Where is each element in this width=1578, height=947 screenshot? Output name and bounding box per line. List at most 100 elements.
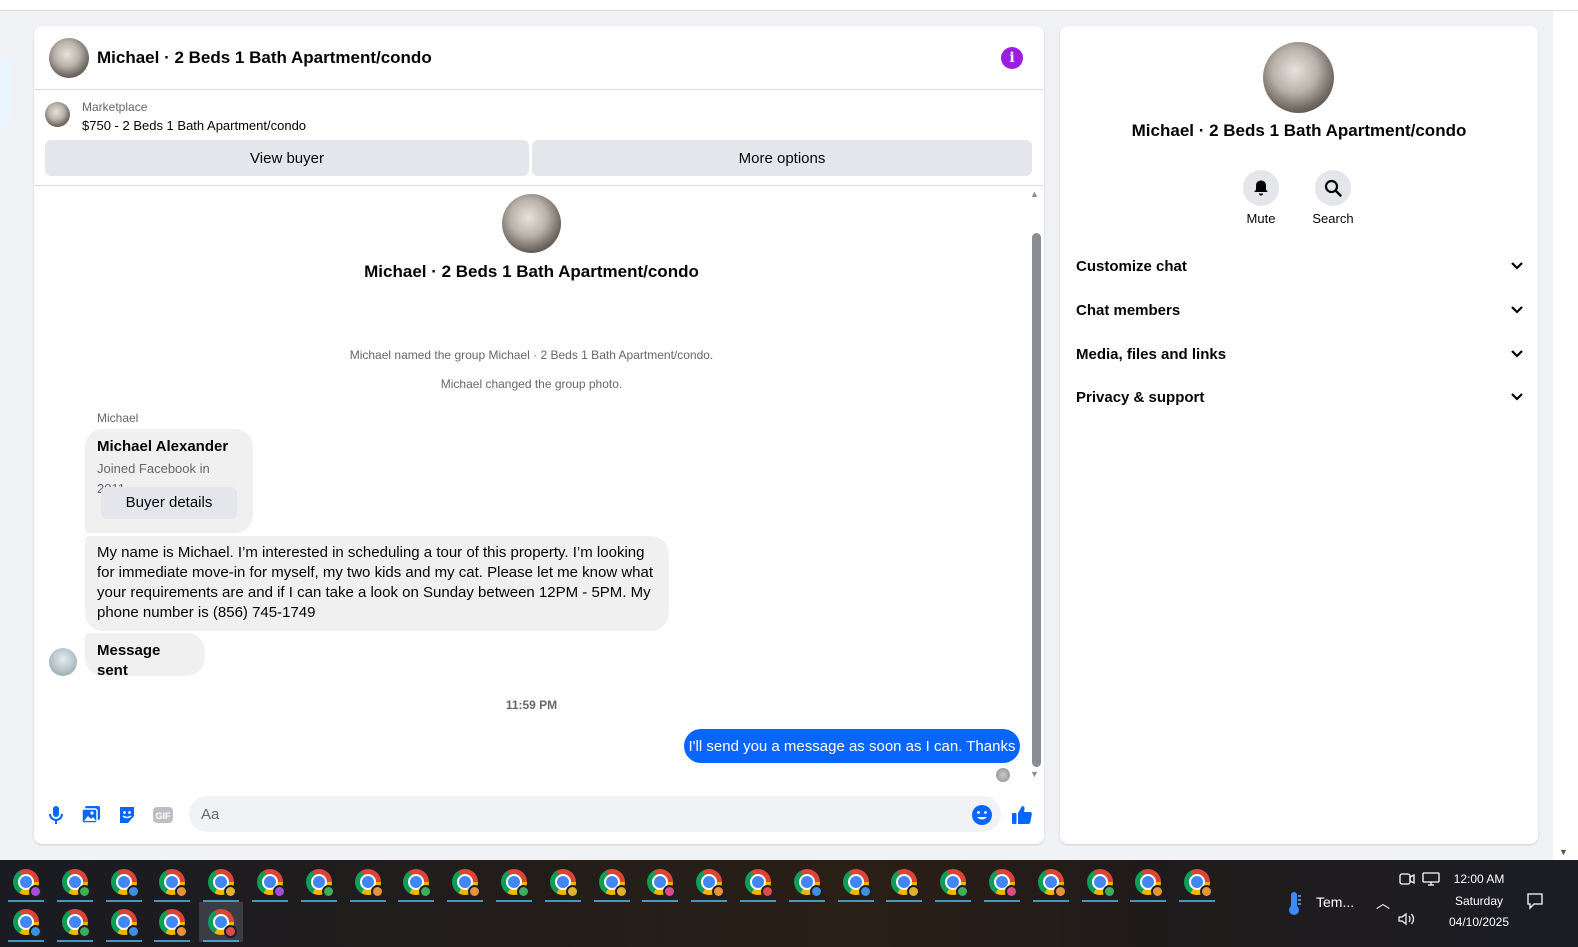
search-label: Search bbox=[1312, 211, 1354, 226]
taskbar-chrome-window[interactable] bbox=[1029, 862, 1073, 902]
listing-thumbnail[interactable] bbox=[45, 102, 70, 127]
thread-group-avatar bbox=[502, 194, 561, 253]
camera-icon[interactable] bbox=[1399, 872, 1415, 891]
clock-date[interactable]: 04/10/2025 bbox=[1444, 915, 1514, 929]
search-icon[interactable] bbox=[1315, 170, 1351, 206]
profile-badge-icon bbox=[77, 885, 91, 898]
more-options-button[interactable]: More options bbox=[532, 140, 1032, 176]
taskbar-chrome-window[interactable] bbox=[590, 862, 634, 902]
chrome-icon bbox=[1086, 869, 1116, 898]
taskbar-chrome-window[interactable] bbox=[53, 862, 97, 902]
mute-action[interactable]: Mute bbox=[1231, 170, 1291, 226]
incoming-message[interactable]: My name is Michael. I’m interested in sc… bbox=[85, 536, 669, 631]
chrome-icon bbox=[110, 869, 140, 898]
chevron-up-icon[interactable]: ︿ bbox=[1376, 893, 1390, 913]
chrome-icon bbox=[1184, 869, 1214, 898]
media-files-links-section[interactable]: Media, files and links bbox=[1076, 334, 1524, 374]
taskbar-chrome-window[interactable] bbox=[834, 862, 878, 902]
info-icon[interactable]: i bbox=[1001, 47, 1023, 69]
sticker-icon[interactable] bbox=[116, 804, 138, 826]
chevron-down-icon bbox=[1511, 262, 1523, 270]
photo-icon[interactable] bbox=[80, 804, 102, 826]
taskbar-chrome-window[interactable] bbox=[346, 862, 390, 902]
clock-time[interactable]: 12:00 AM bbox=[1450, 872, 1508, 886]
buyer-details-button[interactable]: Buyer details bbox=[101, 487, 237, 519]
taskbar-chrome-window[interactable] bbox=[199, 862, 243, 902]
chrome-icon bbox=[61, 909, 91, 938]
scroll-up-arrow[interactable]: ▲ bbox=[1030, 189, 1039, 199]
chrome-icon bbox=[598, 869, 628, 898]
taskbar-chrome-window[interactable] bbox=[882, 862, 926, 902]
taskbar-chrome-window[interactable] bbox=[102, 902, 146, 942]
taskbar-chrome-window[interactable] bbox=[297, 862, 341, 902]
taskbar-chrome-window[interactable] bbox=[1078, 862, 1122, 902]
taskbar-chrome-window[interactable] bbox=[980, 862, 1024, 902]
emoji-icon[interactable] bbox=[971, 804, 993, 826]
taskbar-chrome-window[interactable] bbox=[4, 902, 48, 942]
buyer-name: Michael Alexander bbox=[97, 438, 229, 455]
details-group-avatar[interactable] bbox=[1263, 42, 1334, 113]
listing-title[interactable]: $750 - 2 Beds 1 Bath Apartment/condo bbox=[82, 118, 306, 133]
weather-label[interactable]: Tem... bbox=[1316, 894, 1354, 910]
chrome-icon bbox=[1135, 869, 1165, 898]
taskbar-chrome-window[interactable] bbox=[785, 862, 829, 902]
thermometer-icon[interactable] bbox=[1285, 890, 1303, 921]
chat-title[interactable]: Michael · 2 Beds 1 Bath Apartment/condo bbox=[97, 48, 432, 68]
taskbar-chrome-window[interactable] bbox=[53, 902, 97, 942]
chrome-icon bbox=[403, 869, 433, 898]
chat-members-section[interactable]: Chat members bbox=[1076, 290, 1524, 330]
chrome-icon bbox=[13, 869, 42, 898]
chrome-icon bbox=[647, 869, 677, 898]
chrome-icon bbox=[159, 869, 189, 898]
chrome-icon bbox=[989, 869, 1018, 898]
chrome-icon bbox=[110, 909, 140, 938]
microphone-icon[interactable] bbox=[45, 804, 67, 826]
taskbar-chrome-window[interactable] bbox=[1175, 862, 1219, 902]
details-title: Michael · 2 Beds 1 Bath Apartment/condo bbox=[1131, 121, 1467, 140]
taskbar-chrome-window[interactable] bbox=[443, 862, 487, 902]
taskbar-chrome-window[interactable] bbox=[199, 902, 244, 942]
taskbar-chrome-window[interactable] bbox=[150, 902, 194, 942]
search-action[interactable]: Search bbox=[1303, 170, 1363, 226]
bell-icon[interactable] bbox=[1243, 170, 1279, 206]
taskbar-chrome-window[interactable] bbox=[638, 862, 682, 902]
taskbar-chrome-window[interactable] bbox=[687, 862, 731, 902]
taskbar-chrome-window[interactable] bbox=[102, 862, 146, 902]
profile-badge-icon bbox=[956, 885, 970, 898]
page-scrollbar[interactable]: ▼ bbox=[1553, 11, 1578, 860]
chrome-icon bbox=[208, 869, 238, 898]
view-buyer-button[interactable]: View buyer bbox=[45, 140, 529, 176]
scrollbar-thumb[interactable] bbox=[1032, 233, 1041, 767]
group-avatar[interactable] bbox=[49, 37, 89, 78]
left-nav-highlight[interactable] bbox=[0, 57, 10, 129]
profile-badge-icon bbox=[1200, 885, 1214, 898]
taskbar-chrome-window[interactable] bbox=[541, 862, 585, 902]
clock-day[interactable]: Saturday bbox=[1450, 894, 1508, 908]
scroll-down-arrow[interactable]: ▼ bbox=[1030, 769, 1039, 779]
chrome-icon bbox=[745, 869, 774, 898]
customize-chat-section[interactable]: Customize chat bbox=[1076, 246, 1524, 286]
taskbar-chrome-window[interactable] bbox=[736, 862, 780, 902]
outgoing-message[interactable]: I'll send you a message as soon as I can… bbox=[684, 729, 1020, 763]
network-icon[interactable] bbox=[1422, 872, 1440, 891]
profile-badge-icon bbox=[1151, 885, 1165, 898]
sender-name: Michael bbox=[97, 411, 139, 425]
volume-icon[interactable] bbox=[1398, 912, 1416, 931]
sender-avatar[interactable] bbox=[49, 648, 77, 676]
taskbar-chrome-window[interactable] bbox=[492, 862, 536, 902]
privacy-support-section[interactable]: Privacy & support bbox=[1076, 377, 1524, 417]
taskbar-chrome-window[interactable] bbox=[248, 862, 292, 902]
taskbar-chrome-window[interactable] bbox=[931, 862, 975, 902]
incoming-message[interactable]: Message sent bbox=[85, 633, 205, 679]
notifications-icon[interactable] bbox=[1526, 892, 1544, 915]
taskbar-chrome-window[interactable] bbox=[4, 862, 48, 902]
chat-details-panel: Michael · 2 Beds 1 Bath Apartment/condo … bbox=[1060, 26, 1538, 844]
taskbar-chrome-window[interactable] bbox=[150, 862, 194, 902]
message-input[interactable] bbox=[189, 796, 1001, 832]
taskbar-chrome-window[interactable] bbox=[1126, 862, 1170, 902]
like-icon[interactable] bbox=[1011, 804, 1033, 826]
taskbar-chrome-window[interactable] bbox=[394, 862, 438, 902]
page-scroll-down-arrow[interactable]: ▼ bbox=[1559, 847, 1568, 857]
gif-icon[interactable]: GIF bbox=[152, 804, 174, 826]
chrome-icon bbox=[13, 909, 42, 938]
